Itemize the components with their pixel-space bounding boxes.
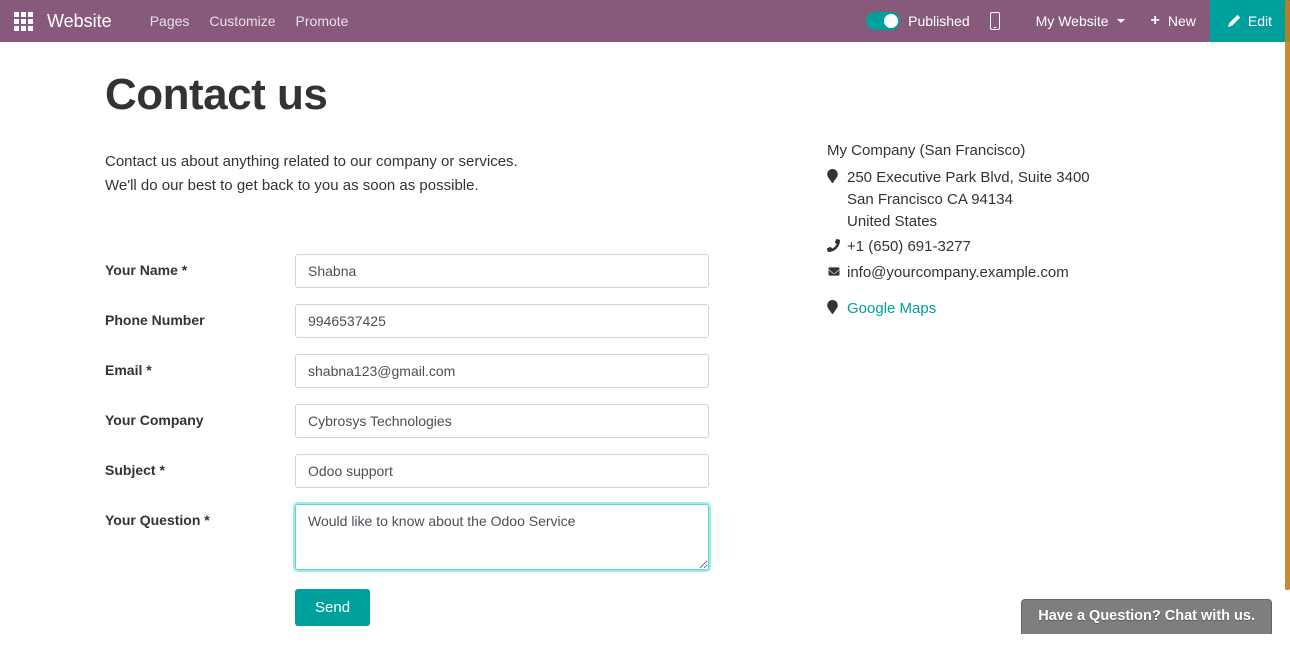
livechat-button[interactable]: Have a Question? Chat with us.	[1021, 599, 1272, 634]
left-column: Contact us Contact us about anything rel…	[105, 70, 807, 626]
label-question: Your Question *	[105, 504, 295, 528]
published-label: Published	[908, 13, 970, 29]
send-button[interactable]: Send	[295, 589, 370, 626]
label-email: Email *	[105, 354, 295, 378]
map-marker-icon	[827, 167, 847, 184]
company-name: My Company (San Francisco)	[827, 142, 1185, 159]
address-text: 250 Executive Park Blvd, Suite 3400 San …	[847, 167, 1185, 232]
plus-icon: +	[1151, 12, 1160, 30]
label-phone: Phone Number	[105, 304, 295, 328]
label-name: Your Name *	[105, 254, 295, 278]
site-dropdown-label: My Website	[1036, 13, 1109, 29]
top-navbar: Website Pages Customize Promote Publishe…	[0, 0, 1290, 42]
intro-line-2: We'll do our best to get back to you as …	[105, 174, 777, 198]
textarea-question[interactable]	[295, 504, 709, 570]
google-maps-link[interactable]: Google Maps	[847, 300, 936, 317]
caret-down-icon	[1117, 19, 1125, 23]
label-company: Your Company	[105, 404, 295, 428]
phone-icon	[827, 236, 847, 253]
input-email[interactable]	[295, 354, 709, 388]
address-line-2: San Francisco CA 94134	[847, 191, 1013, 208]
form-row-name: Your Name *	[105, 254, 777, 288]
input-subject[interactable]	[295, 454, 709, 488]
label-subject: Subject *	[105, 454, 295, 478]
address-line-3: United States	[847, 213, 937, 230]
intro-line-1: Contact us about anything related to our…	[105, 150, 777, 174]
right-column: My Company (San Francisco) 250 Executive…	[807, 70, 1185, 626]
input-name[interactable]	[295, 254, 709, 288]
envelope-icon	[827, 262, 847, 279]
input-company[interactable]	[295, 404, 709, 438]
input-phone[interactable]	[295, 304, 709, 338]
form-row-phone: Phone Number	[105, 304, 777, 338]
form-row-subject: Subject *	[105, 454, 777, 488]
email-text: info@yourcompany.example.com	[847, 262, 1185, 284]
intro-text: Contact us about anything related to our…	[105, 150, 777, 198]
phone-text: +1 (650) 691-3277	[847, 236, 1185, 258]
scrollbar-thumb[interactable]	[1285, 0, 1290, 590]
new-button-label: New	[1168, 13, 1196, 29]
contact-form: Your Name * Phone Number Email * Your Co…	[105, 254, 777, 626]
address-row: 250 Executive Park Blvd, Suite 3400 San …	[827, 167, 1185, 232]
apps-grid-icon[interactable]	[0, 12, 47, 31]
mobile-preview-icon[interactable]	[990, 12, 1000, 30]
form-row-company: Your Company	[105, 404, 777, 438]
nav-pages[interactable]: Pages	[140, 13, 200, 29]
email-row: info@yourcompany.example.com	[827, 262, 1185, 284]
site-dropdown[interactable]: My Website	[1024, 13, 1137, 29]
app-brand[interactable]: Website	[47, 11, 112, 32]
scrollbar-track	[1284, 0, 1290, 634]
edit-button-label: Edit	[1248, 13, 1272, 29]
published-toggle[interactable]	[866, 12, 900, 30]
navbar-right: Published My Website + New Edit	[866, 0, 1290, 42]
nav-promote[interactable]: Promote	[286, 13, 359, 29]
maps-row: Google Maps	[827, 298, 1185, 320]
new-button[interactable]: + New	[1137, 12, 1210, 30]
page-title: Contact us	[105, 70, 777, 120]
form-row-email: Email *	[105, 354, 777, 388]
main-container: Contact us Contact us about anything rel…	[75, 42, 1215, 666]
address-line-1: 250 Executive Park Blvd, Suite 3400	[847, 169, 1090, 186]
form-row-question: Your Question *	[105, 504, 777, 573]
map-marker-icon-2	[827, 298, 847, 315]
phone-row: +1 (650) 691-3277	[827, 236, 1185, 258]
nav-customize[interactable]: Customize	[199, 13, 285, 29]
pencil-icon	[1228, 15, 1240, 27]
navbar-left: Website Pages Customize Promote	[0, 11, 358, 32]
edit-button[interactable]: Edit	[1210, 0, 1290, 42]
